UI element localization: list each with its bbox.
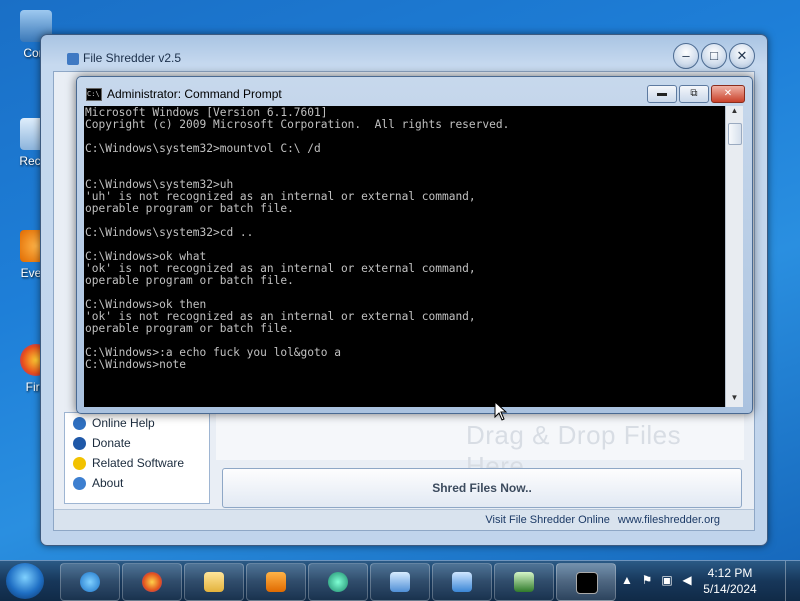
task-manager-icon <box>514 572 534 592</box>
taskbar-firefox[interactable] <box>122 563 182 601</box>
volume-muted-icon[interactable]: ◀ <box>680 573 694 587</box>
drop-zone[interactable]: Drag & Drop Files Here <box>216 410 744 481</box>
side-item-label: Donate <box>92 436 131 450</box>
clock[interactable]: 4:12 PM 5/14/2024 <box>696 565 764 597</box>
scrollbar-thumb[interactable] <box>728 123 742 145</box>
cmd-icon: C:\ <box>86 88 102 101</box>
scroll-up-icon[interactable]: ▲ <box>726 106 743 120</box>
taskbar-command-prompt[interactable] <box>556 563 616 601</box>
minimize-button[interactable]: – <box>673 43 699 69</box>
cmd-window-title: Administrator: Command Prompt <box>107 87 282 101</box>
action-center-flag-icon[interactable]: ⚑ <box>640 573 654 587</box>
command-prompt-window[interactable]: C:\ Administrator: Command Prompt ▬ ⧉ ✕ … <box>76 76 753 414</box>
scroll-down-icon[interactable]: ▼ <box>726 393 743 407</box>
shredder-app-icon <box>67 53 79 65</box>
mouse-cursor-icon <box>494 401 508 421</box>
side-item-about[interactable]: About <box>65 473 209 493</box>
maximize-button[interactable]: □ <box>701 43 727 69</box>
taskbar-green-app[interactable] <box>308 563 368 601</box>
taskbar-internet-explorer[interactable] <box>60 563 120 601</box>
control-panel-icon <box>390 572 410 592</box>
star-icon <box>73 456 86 470</box>
side-item-donate[interactable]: Donate <box>65 433 209 453</box>
shred-files-button[interactable]: Shred Files Now.. <box>222 468 742 508</box>
cmd-close-button[interactable]: ✕ <box>711 85 745 103</box>
firefox-icon <box>142 572 162 592</box>
taskbar-file-explorer[interactable] <box>184 563 244 601</box>
taskbar-task-manager[interactable] <box>494 563 554 601</box>
side-panel: Online Help Donate Related Software Abou… <box>64 412 210 504</box>
visit-website-link[interactable]: Visit File Shredder Online <box>485 514 610 526</box>
show-desktop-button[interactable] <box>785 561 800 601</box>
side-item-label: About <box>92 476 124 490</box>
clock-date: 5/14/2024 <box>703 582 757 596</box>
console-output-area[interactable]: Microsoft Windows [Version 6.1.7601] Cop… <box>84 106 725 407</box>
info-icon <box>73 476 86 490</box>
close-button[interactable]: ✕ <box>729 43 755 69</box>
help-icon <box>73 416 86 430</box>
shredder-window-title: File Shredder v2.5 <box>83 51 182 65</box>
internet-explorer-icon <box>80 572 100 592</box>
taskbar-recycle-bin[interactable] <box>432 563 492 601</box>
vertical-scrollbar[interactable]: ▲ ▼ <box>725 106 743 407</box>
console-text: Microsoft Windows [Version 6.1.7601] Cop… <box>85 106 510 371</box>
green-circle-icon <box>328 572 348 592</box>
taskbar: ▲ ⚑ ▣ ◀ 4:12 PM 5/14/2024 <box>0 560 800 601</box>
cmd-minimize-button[interactable]: ▬ <box>647 85 677 103</box>
clock-time: 4:12 PM <box>707 566 753 580</box>
side-item-label: Related Software <box>92 456 185 470</box>
recycle-bin-icon <box>452 572 472 592</box>
side-item-label: Online Help <box>92 416 155 430</box>
taskbar-media-player[interactable] <box>246 563 306 601</box>
cmd-restore-button[interactable]: ⧉ <box>679 85 709 103</box>
media-player-icon <box>266 572 286 592</box>
system-tray: ▲ ⚑ ▣ ◀ 4:12 PM 5/14/2024 <box>610 561 800 601</box>
network-icon[interactable]: ▣ <box>660 573 674 587</box>
show-hidden-icons-icon[interactable]: ▲ <box>620 573 634 587</box>
website-url-link[interactable]: www.fileshredder.org <box>618 514 720 526</box>
command-prompt-icon <box>576 572 598 594</box>
start-button[interactable] <box>6 563 44 599</box>
folder-icon <box>204 572 224 592</box>
paypal-icon <box>73 436 86 450</box>
taskbar-control-panel[interactable] <box>370 563 430 601</box>
side-item-related-software[interactable]: Related Software <box>65 453 209 473</box>
side-item-online-help[interactable]: Online Help <box>65 413 209 433</box>
status-footer: Visit File Shredder Online www.fileshred… <box>54 509 754 530</box>
